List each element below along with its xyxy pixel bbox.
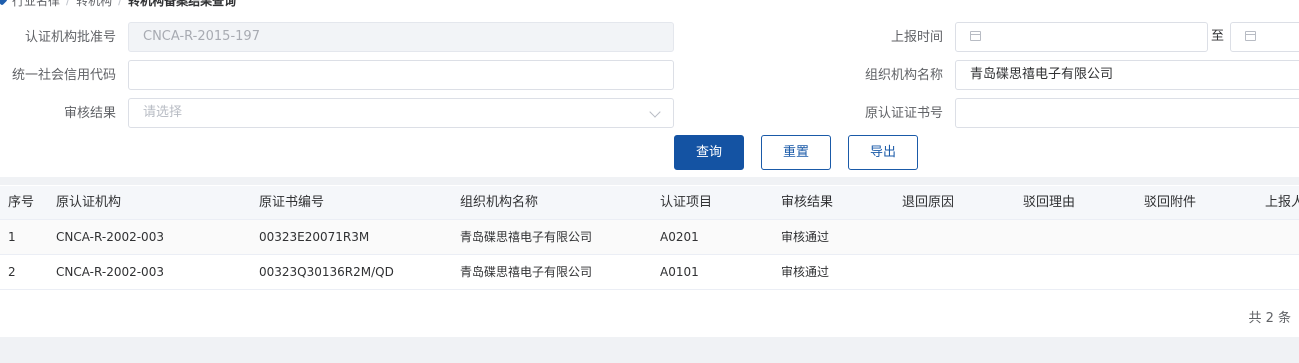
footer-bar [0, 337, 1299, 363]
reset-button[interactable]: 重置 [761, 135, 831, 170]
column-header: 退回原因 [902, 195, 955, 210]
review-result-select[interactable]: 请选择 [128, 98, 674, 128]
cell-index: 2 [8, 265, 16, 279]
calendar-icon [970, 31, 981, 41]
query-button[interactable]: 查询 [674, 135, 744, 170]
cell-result: 审核通过 [781, 230, 830, 244]
breadcrumb-current: 转机构备案结果查询 [128, 0, 237, 8]
cell-orig-org: CNCA-R-2002-003 [56, 265, 164, 279]
calendar-icon [1245, 31, 1256, 41]
report-time-label: 上报时间 [890, 30, 943, 45]
report-time-start-field[interactable] [955, 22, 1208, 52]
orig-cert-no-label: 原认证证书号 [864, 106, 943, 121]
review-result-placeholder: 请选择 [143, 105, 183, 120]
pagination-total: 共 2 条 [1248, 311, 1291, 326]
orig-cert-no-field[interactable] [955, 98, 1299, 128]
breadcrumb-separator: / [118, 0, 123, 7]
breadcrumb-item[interactable]: 行业名律 [12, 0, 60, 9]
cell-index: 1 [8, 230, 16, 244]
column-header: 序号 [8, 195, 35, 210]
review-result-label: 审核结果 [63, 106, 116, 121]
breadcrumb-item[interactable]: 转机构 [76, 0, 112, 9]
column-header: 原证书编号 [259, 195, 325, 210]
section-divider [0, 177, 1299, 185]
column-header: 上报人 [1265, 195, 1299, 210]
approval-no-field: CNCA-R-2015-197 [128, 22, 674, 52]
column-header: 组织机构名称 [460, 195, 539, 210]
cell-orig-org: CNCA-R-2002-003 [56, 230, 164, 244]
chevron-down-icon [649, 106, 661, 118]
cell-org-name: 青岛碟思禧电子有限公司 [460, 265, 593, 279]
column-header: 认证项目 [660, 195, 713, 210]
table-row[interactable]: 1 CNCA-R-2002-003 00323E20071R3M 青岛碟思禧电子… [0, 220, 1299, 255]
cell-result: 审核通过 [781, 265, 830, 279]
approval-no-label: 认证机构批准号 [24, 30, 116, 45]
column-header: 审核结果 [781, 195, 834, 210]
cell-project: A0101 [660, 265, 699, 279]
credit-code-label: 统一社会信用代码 [11, 68, 116, 83]
cell-cert-no: 00323E20071R3M [259, 230, 370, 244]
table-header: 序号 原认证机构 原证书编号 组织机构名称 认证项目 审核结果 退回原因 驳回理… [0, 186, 1299, 220]
breadcrumb-separator: / [66, 0, 71, 7]
table-row[interactable]: 2 CNCA-R-2002-003 00323Q30136R2M/QD 青岛碟思… [0, 255, 1299, 290]
report-time-end-field[interactable] [1230, 22, 1299, 52]
column-header: 驳回理由 [1023, 195, 1076, 210]
column-header: 驳回附件 [1144, 195, 1197, 210]
cell-project: A0201 [660, 230, 699, 244]
cell-cert-no: 00323Q30136R2M/QD [259, 265, 394, 279]
org-name-field[interactable]: 青岛碟思禧电子有限公司 [955, 60, 1299, 90]
cell-org-name: 青岛碟思禧电子有限公司 [460, 230, 593, 244]
date-range-separator: 至 [1211, 29, 1225, 44]
home-icon [0, 0, 8, 6]
breadcrumb: 行业名律 / 转机构 / 转机构备案结果查询 [0, 0, 236, 8]
credit-code-field[interactable] [128, 60, 674, 90]
column-header: 原认证机构 [56, 195, 122, 210]
export-button[interactable]: 导出 [848, 135, 918, 170]
org-name-label: 组织机构名称 [864, 68, 943, 83]
